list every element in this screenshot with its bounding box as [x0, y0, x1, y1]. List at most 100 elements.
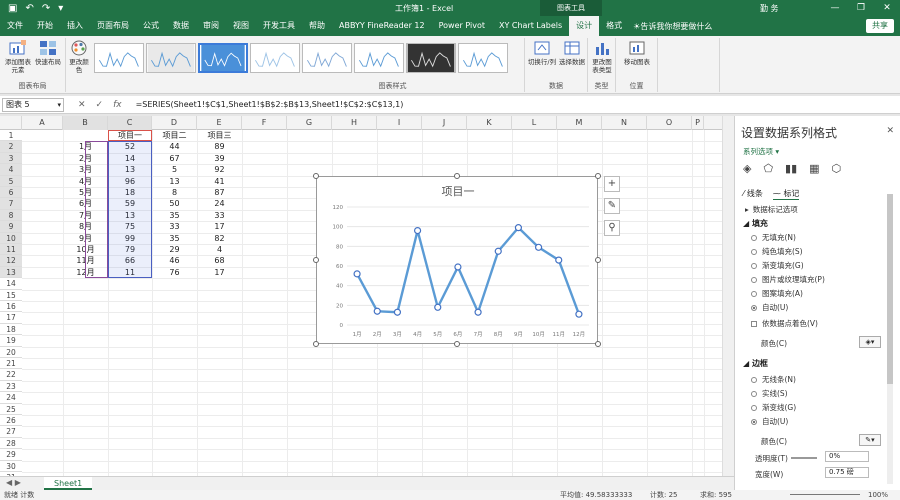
tab-marker[interactable]: ⁓ 标记 — [772, 188, 800, 200]
fill-option-5[interactable]: 自动(U) — [751, 302, 788, 313]
value-cell[interactable]: 76 — [152, 267, 197, 278]
change-colors-button[interactable]: 更改颜色 — [68, 40, 90, 74]
value-cell[interactable]: 33 — [197, 210, 242, 221]
row-header-26[interactable]: 26 — [0, 415, 22, 427]
value-cell[interactable]: 44 — [152, 141, 197, 152]
chart-style-6[interactable] — [354, 43, 404, 73]
tab-8[interactable]: 开发工具 — [256, 16, 302, 36]
transparency-slider[interactable] — [791, 457, 817, 459]
resize-handle[interactable] — [595, 257, 601, 263]
vertical-scrollbar[interactable] — [722, 116, 734, 476]
column-header-E[interactable]: E — [197, 116, 242, 130]
insert-function-icon[interactable]: fx — [113, 100, 122, 110]
tab-line[interactable]: ⁄ 线条 — [743, 188, 763, 200]
move-chart-button[interactable]: 移动图表 — [622, 40, 652, 66]
minimize-button[interactable]: — — [822, 0, 848, 16]
chart-style-4[interactable] — [250, 43, 300, 73]
chart-style-1[interactable] — [94, 43, 144, 73]
row-header-7[interactable]: 7 — [0, 198, 22, 210]
row-header-15[interactable]: 15 — [0, 290, 22, 301]
width-input[interactable]: 0.75 磅 — [825, 467, 869, 478]
chart-style-3[interactable] — [198, 43, 248, 73]
value-cell[interactable]: 46 — [152, 255, 197, 266]
tab-7[interactable]: 视图 — [226, 16, 256, 36]
row-header-2[interactable]: 2 — [0, 141, 22, 153]
fill-option-0[interactable]: 无填充(N) — [751, 232, 796, 243]
value-cell[interactable]: 39 — [197, 153, 242, 164]
effects-icon[interactable]: ⬠ — [763, 162, 773, 175]
value-cell[interactable]: 33 — [152, 221, 197, 232]
value-cell[interactable]: 41 — [197, 176, 242, 187]
row-header-13[interactable]: 13 — [0, 266, 22, 279]
row-header-1[interactable]: 1 — [0, 130, 22, 142]
value-cell[interactable]: 82 — [197, 233, 242, 244]
value-cell[interactable]: 29 — [152, 244, 197, 255]
resize-handle[interactable] — [595, 341, 601, 347]
column-header-P[interactable]: P — [692, 116, 704, 130]
chart-title[interactable]: 项目一 — [442, 185, 475, 198]
value-cell[interactable]: 35 — [152, 233, 197, 244]
pane-scrollbar[interactable] — [887, 194, 893, 484]
value-cell[interactable]: 92 — [197, 164, 242, 175]
column-header-D[interactable]: D — [152, 116, 197, 130]
select-all-corner[interactable] — [0, 116, 22, 130]
column-header-K[interactable]: K — [467, 116, 512, 130]
row-header-6[interactable]: 6 — [0, 187, 22, 199]
resize-handle[interactable] — [454, 173, 460, 179]
data-point-11[interactable] — [555, 256, 563, 264]
fill-line-icon[interactable]: ◈ — [743, 162, 751, 175]
value-cell[interactable]: 24 — [197, 198, 242, 209]
customize-icon[interactable]: ▾ — [58, 3, 63, 14]
column-header-A[interactable]: A — [22, 116, 63, 130]
row-header-22[interactable]: 22 — [0, 369, 22, 381]
value-cell[interactable]: 35 — [152, 210, 197, 221]
sheet-tab[interactable]: Sheet1 — [44, 477, 93, 490]
chart-styles-button[interactable]: ✎ — [604, 198, 620, 214]
fill-option-1[interactable]: 纯色填充(S) — [751, 246, 803, 257]
column-header-O[interactable]: O — [647, 116, 692, 130]
header-cell[interactable]: 项目三 — [197, 130, 242, 141]
resize-handle[interactable] — [313, 257, 319, 263]
vary-colors-checkbox[interactable]: 依数据点着色(V) — [751, 318, 818, 329]
tab-4[interactable]: 公式 — [136, 16, 166, 36]
chart-style-7[interactable] — [406, 43, 456, 73]
row-header-20[interactable]: 20 — [0, 347, 22, 358]
value-cell[interactable]: 68 — [197, 255, 242, 266]
resize-handle[interactable] — [313, 173, 319, 179]
chart-filters-button[interactable]: ⚲ — [604, 220, 620, 236]
value-cell[interactable]: 17 — [197, 267, 242, 278]
tab-11[interactable]: Power Pivot — [432, 16, 492, 36]
fill-color-button[interactable]: ◈▾ — [859, 336, 881, 348]
pane-scroll-thumb[interactable] — [887, 194, 893, 384]
pane-close-icon[interactable]: ✕ — [886, 126, 894, 136]
row-header-5[interactable]: 5 — [0, 175, 22, 187]
chart-style-5[interactable] — [302, 43, 352, 73]
switch-row-column-button[interactable]: 切换行/列 — [527, 40, 557, 66]
value-cell[interactable]: 17 — [197, 221, 242, 232]
value-cell[interactable]: 50 — [152, 198, 197, 209]
data-point-12[interactable] — [575, 310, 583, 318]
resize-handle[interactable] — [454, 341, 460, 347]
tell-me-box[interactable]: ☀ 告诉我你想要做什么 — [633, 21, 712, 32]
value-cell[interactable]: 87 — [197, 187, 242, 198]
tab-5[interactable]: 数据 — [166, 16, 196, 36]
row-header-17[interactable]: 17 — [0, 312, 22, 324]
formula-input[interactable]: =SERIES(Sheet1!$C$1,Sheet1!$B$2:$B$13,Sh… — [136, 100, 404, 109]
transparency-input[interactable]: 0% — [825, 451, 869, 462]
restore-button[interactable]: ❐ — [848, 0, 874, 16]
data-point-6[interactable] — [454, 263, 462, 271]
chart-elements-button[interactable]: + — [604, 176, 620, 192]
cancel-icon[interactable]: ✕ — [78, 100, 86, 110]
undo-icon[interactable]: ↶ — [25, 3, 33, 14]
add-chart-element-button[interactable]: 添加图表元素 — [4, 40, 32, 74]
chart-style-8[interactable] — [458, 43, 508, 73]
sheet-nav-icon[interactable]: ◀ ▶ — [6, 478, 21, 487]
header-cell[interactable]: 项目二 — [152, 130, 197, 141]
tab-12[interactable]: XY Chart Labels — [492, 16, 569, 36]
row-header-29[interactable]: 29 — [0, 449, 22, 461]
row-header-16[interactable]: 16 — [0, 301, 22, 313]
data-point-4[interactable] — [413, 226, 422, 235]
column-header-M[interactable]: M — [557, 116, 602, 130]
data-point-2[interactable] — [373, 307, 381, 315]
close-button[interactable]: ✕ — [874, 0, 900, 16]
